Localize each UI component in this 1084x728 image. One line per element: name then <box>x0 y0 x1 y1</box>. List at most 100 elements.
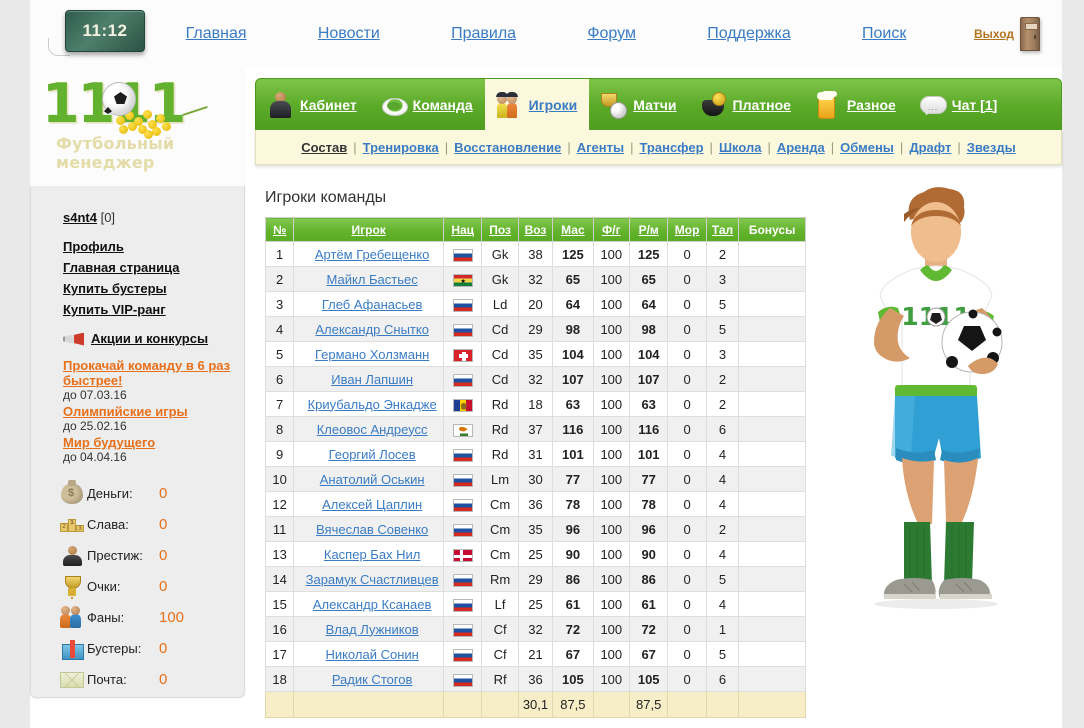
site-logo[interactable]: 1111 Футбольный менеджер <box>42 76 237 172</box>
cell-player-name[interactable]: Анатолий Оськин <box>293 466 444 492</box>
player-link[interactable]: Артём Гребещенко <box>315 247 430 262</box>
cell-player-name[interactable]: Германо Холзманн <box>293 341 444 367</box>
nav-link-news[interactable]: Новости <box>318 25 380 42</box>
sidebar-item-profile[interactable]: Профиль <box>63 239 244 254</box>
cell-player-name[interactable]: Радик Стогов <box>293 666 444 692</box>
tab-komanda[interactable]: Команда <box>369 79 485 130</box>
nav-link-rules[interactable]: Правила <box>451 25 516 42</box>
tab-label[interactable]: Чат [1] <box>952 97 997 113</box>
column-header-realmastery[interactable]: Р/м <box>628 217 669 242</box>
football-player-illustration: 1111 <box>832 180 1042 625</box>
sidebar-item-buy-boosters[interactable]: Купить бустеры <box>63 281 244 296</box>
column-header-form[interactable]: Ф/г <box>592 217 630 242</box>
promo-link[interactable]: Мир будущего <box>63 435 155 450</box>
cell-player-name[interactable]: Алексей Цаплин <box>293 491 444 517</box>
subnav-item-trenirovka[interactable]: Тренировка <box>361 140 441 155</box>
cell-player-name[interactable]: Клеовос Андреусс <box>293 416 444 442</box>
player-link[interactable]: Криубальдо Энкадже <box>308 397 437 412</box>
door-icon[interactable] <box>1020 17 1041 51</box>
subnav-item-arenda[interactable]: Аренда <box>775 140 827 155</box>
tab-chat[interactable]: ... Чат [1] <box>908 79 1009 130</box>
cell-player-name[interactable]: Криубальдо Энкадже <box>293 391 444 417</box>
tab-label[interactable]: Платное <box>733 97 791 113</box>
cell-player-name[interactable]: Иван Лапшин <box>293 366 444 392</box>
player-link[interactable]: Каспер Бах Нил <box>324 547 421 562</box>
player-link[interactable]: Майкл Бастьес <box>327 272 418 287</box>
cell-player-name[interactable]: Каспер Бах Нил <box>293 541 444 567</box>
subnav-item-agenty[interactable]: Агенты <box>575 140 626 155</box>
logo-area: 1111 Футбольный менеджер <box>30 68 245 186</box>
cell-player-name[interactable]: Глеб Афанасьев <box>293 291 444 317</box>
tab-label[interactable]: Команда <box>413 97 473 113</box>
player-link[interactable]: Зарамук Счастливцев <box>306 572 439 587</box>
player-link[interactable]: Клеовос Андреусс <box>317 422 428 437</box>
cell-number: 8 <box>264 416 295 442</box>
player-link[interactable]: Влад Лужников <box>326 622 419 637</box>
tab-igroki[interactable]: Игроки <box>484 79 590 130</box>
player-link[interactable]: Радик Стогов <box>332 672 413 687</box>
column-header-morale[interactable]: Мор <box>667 217 707 242</box>
tab-kabinet[interactable]: Кабинет <box>256 79 369 130</box>
column-header-position[interactable]: Поз <box>481 217 519 242</box>
tab-platnoe[interactable]: Платное <box>689 79 803 130</box>
subnav-item-draft[interactable]: Драфт <box>907 140 953 155</box>
player-link[interactable]: Глеб Афанасьев <box>322 297 423 312</box>
cell-player-name[interactable]: Георгий Лосев <box>293 441 444 467</box>
tab-matchi[interactable]: Матчи <box>589 79 688 130</box>
nav-link-forum[interactable]: Форум <box>587 25 636 42</box>
nav-link-search[interactable]: Поиск <box>862 25 906 42</box>
tab-label[interactable]: Кабинет <box>300 97 357 113</box>
cell-player-name[interactable]: Зарамук Счастливцев <box>293 566 444 592</box>
main-navigation: Главная Новости Правила Форум Поддержка … <box>150 0 1062 68</box>
column-header-player[interactable]: Игрок <box>293 217 444 242</box>
column-header-nation[interactable]: Нац <box>442 217 483 242</box>
cell-player-name[interactable]: Артём Гребещенко <box>293 241 444 267</box>
column-header-number[interactable]: № <box>264 217 295 242</box>
player-link[interactable]: Николай Сонин <box>325 647 418 662</box>
cell-position: Gk <box>481 266 519 292</box>
cell-form: 100 <box>592 391 630 417</box>
tab-label[interactable]: Игроки <box>529 97 578 113</box>
player-link[interactable]: Иван Лапшин <box>331 372 413 387</box>
subnav-item-vosstanovlenie[interactable]: Восстановление <box>452 140 563 155</box>
player-link[interactable]: Александр Ксанаев <box>313 597 432 612</box>
sidebar-item-promotions[interactable]: Акции и конкурсы <box>91 331 208 346</box>
subnav-item-sostav[interactable]: Состав <box>299 140 349 155</box>
trophy-icon <box>57 576 87 597</box>
column-header-mastery[interactable]: Мас <box>552 217 594 242</box>
subnav-item-transfer[interactable]: Трансфер <box>637 140 705 155</box>
cell-player-name[interactable]: Майкл Бастьес <box>293 266 444 292</box>
subnav-item-shkola[interactable]: Школа <box>717 140 764 155</box>
stat-row-points: Очки: 0 <box>57 571 237 602</box>
column-header-talent[interactable]: Тал <box>705 217 740 242</box>
promo-link[interactable]: Прокачай команду в 6 раз быстрее! <box>63 358 230 388</box>
tab-label[interactable]: Разное <box>847 97 896 113</box>
cell-form: 100 <box>592 641 630 667</box>
cell-bonuses <box>738 416 806 442</box>
nav-link-support[interactable]: Поддержка <box>707 25 790 42</box>
player-link[interactable]: Георгий Лосев <box>329 447 416 462</box>
promo-link[interactable]: Олимпийские игры <box>63 404 188 419</box>
subnav-item-obmeny[interactable]: Обмены <box>838 140 896 155</box>
player-link[interactable]: Анатолий Оськин <box>320 472 425 487</box>
player-link[interactable]: Германо Холзманн <box>315 347 429 362</box>
player-link[interactable]: Алексей Цаплин <box>322 497 422 512</box>
logout-link[interactable]: Выход <box>974 27 1014 41</box>
sidebar-item-homepage[interactable]: Главная страница <box>63 260 244 275</box>
player-link[interactable]: Александр Снытко <box>315 322 429 337</box>
subnav-item-zvezdy[interactable]: Звезды <box>965 140 1018 155</box>
cell-player-name[interactable]: Вячеслав Совенко <box>293 516 444 542</box>
cell-player-name[interactable]: Александр Снытко <box>293 316 444 342</box>
sidebar-item-buy-vip[interactable]: Купить VIP-ранг <box>63 302 244 317</box>
cell-player-name[interactable]: Александр Ксанаев <box>293 591 444 617</box>
tab-raznoe[interactable]: Разное <box>803 79 908 130</box>
sidebar-user-link[interactable]: s4nt4 <box>63 210 97 225</box>
tab-label[interactable]: Матчи <box>633 97 676 113</box>
nav-link-home[interactable]: Главная <box>186 25 247 42</box>
column-header-age[interactable]: Воз <box>517 217 554 242</box>
cell-talent: 4 <box>705 491 740 517</box>
cell-player-name[interactable]: Николай Сонин <box>293 641 444 667</box>
totals-morale <box>667 691 707 718</box>
player-link[interactable]: Вячеслав Совенко <box>316 522 428 537</box>
cell-player-name[interactable]: Влад Лужников <box>293 616 444 642</box>
